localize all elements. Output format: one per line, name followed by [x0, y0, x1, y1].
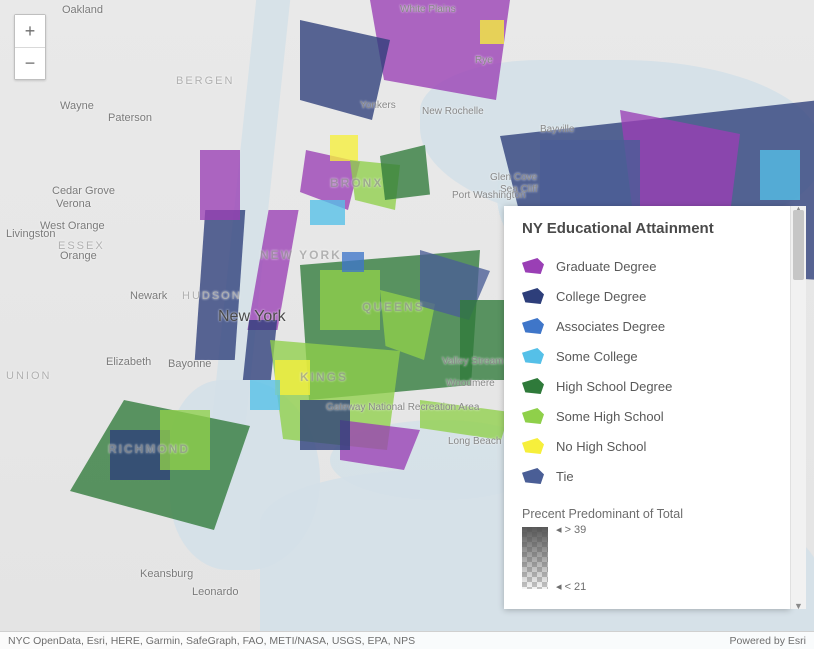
legend-item: Tie	[522, 461, 774, 491]
legend-swatch	[522, 258, 544, 274]
place-label: Long Beach	[448, 436, 501, 447]
zoom-out-button[interactable]: −	[15, 47, 45, 79]
attribution-bar: NYC OpenData, Esri, HERE, Garmin, SafeGr…	[0, 631, 814, 649]
place-label: Valley Stream	[442, 356, 504, 367]
legend-item-label: Graduate Degree	[556, 259, 656, 274]
place-label: Livingston	[6, 228, 56, 240]
legend-swatch	[522, 438, 544, 454]
tract[interactable]	[380, 145, 430, 200]
legend-swatch	[522, 378, 544, 394]
place-label: Oakland	[62, 4, 103, 16]
borough-label: BRONX	[330, 176, 383, 190]
borough-label: QUEENS	[362, 300, 425, 314]
legend-item: Associates Degree	[522, 311, 774, 341]
legend-item-label: No High School	[556, 439, 646, 454]
tract[interactable]	[342, 252, 364, 272]
zoom-controls: + −	[14, 14, 46, 80]
place-label: Woodmere	[446, 378, 495, 389]
tract[interactable]	[760, 150, 800, 200]
borough-label: KINGS	[300, 370, 348, 384]
place-label: Cedar Grove	[52, 185, 115, 197]
legend-swatch	[522, 468, 544, 484]
attribution-sources: NYC OpenData, Esri, HERE, Garmin, SafeGr…	[8, 635, 415, 647]
legend[interactable]: NY Educational Attainment Graduate Degre…	[504, 206, 790, 609]
legend-item: No High School	[522, 431, 774, 461]
legend-title: NY Educational Attainment	[522, 220, 774, 237]
place-label: Bayonne	[168, 358, 211, 370]
place-label: Bayville	[540, 124, 574, 135]
place-label: Gateway National Recreation Area	[326, 402, 479, 413]
place-label: Rye	[475, 55, 493, 66]
scroll-down-icon[interactable]: ▼	[791, 601, 806, 611]
legend-item-label: Associates Degree	[556, 319, 665, 334]
place-label: Wayne	[60, 100, 94, 112]
county-label: BERGEN	[176, 75, 234, 87]
place-label: Yonkers	[360, 100, 396, 111]
legend-item-label: High School Degree	[556, 379, 672, 394]
tract[interactable]	[310, 200, 345, 225]
place-label: Paterson	[108, 112, 152, 124]
tract[interactable]	[200, 150, 240, 220]
place-label: Newark	[130, 290, 167, 302]
legend-item: High School Degree	[522, 371, 774, 401]
tract[interactable]	[160, 410, 210, 470]
attribution-esri-link[interactable]: Powered by Esri	[730, 635, 806, 647]
place-label: New Rochelle	[422, 106, 484, 117]
tract[interactable]	[330, 135, 358, 161]
map-root[interactable]: Oakland White Plains Rye Wayne Paterson Yonke…	[0, 0, 814, 649]
borough-label: RICHMOND	[108, 442, 190, 456]
place-label: Leonardo	[192, 586, 239, 598]
opacity-min-label: < 21	[556, 580, 586, 593]
legend-swatch	[522, 288, 544, 304]
tract[interactable]	[340, 420, 420, 470]
tract[interactable]	[370, 0, 510, 100]
county-label: ESSEX	[58, 240, 105, 252]
legend-item-label: Tie	[556, 469, 574, 484]
legend-panel: NY Educational Attainment Graduate Degre…	[504, 206, 806, 609]
city-label: New York	[218, 308, 286, 326]
legend-swatch	[522, 348, 544, 364]
legend-items: Graduate Degree College Degree Associates …	[522, 251, 774, 491]
tract[interactable]	[250, 380, 280, 410]
legend-item-label: Some High School	[556, 409, 664, 424]
scroll-thumb[interactable]	[793, 210, 804, 280]
tract[interactable]	[195, 210, 245, 360]
legend-item: Some High School	[522, 401, 774, 431]
legend-item: Graduate Degree	[522, 251, 774, 281]
county-label: UNION	[6, 370, 51, 382]
legend-item: College Degree	[522, 281, 774, 311]
legend-swatch	[522, 318, 544, 334]
place-label: Port Washington	[452, 190, 526, 201]
borough-label: NEW YORK	[260, 248, 342, 262]
place-label: Elizabeth	[106, 356, 151, 368]
zoom-in-button[interactable]: +	[15, 15, 45, 47]
legend-item-label: Some College	[556, 349, 638, 364]
place-label: Keansburg	[140, 568, 193, 580]
county-label: HUDSON	[182, 290, 242, 302]
place-label: Verona	[56, 198, 91, 210]
legend-scrollbar[interactable]: ▲ ▼	[790, 206, 806, 609]
tract[interactable]	[480, 20, 504, 44]
opacity-max-label: > 39	[556, 523, 586, 536]
legend-item: Some College	[522, 341, 774, 371]
opacity-ramp: > 39 < 21	[522, 527, 548, 589]
legend-swatch	[522, 408, 544, 424]
place-label: Glen Cove	[490, 172, 537, 183]
legend-item-label: College Degree	[556, 289, 646, 304]
place-label: White Plains	[400, 4, 456, 15]
legend-opacity-heading: Precent Predominant of Total	[522, 507, 774, 521]
